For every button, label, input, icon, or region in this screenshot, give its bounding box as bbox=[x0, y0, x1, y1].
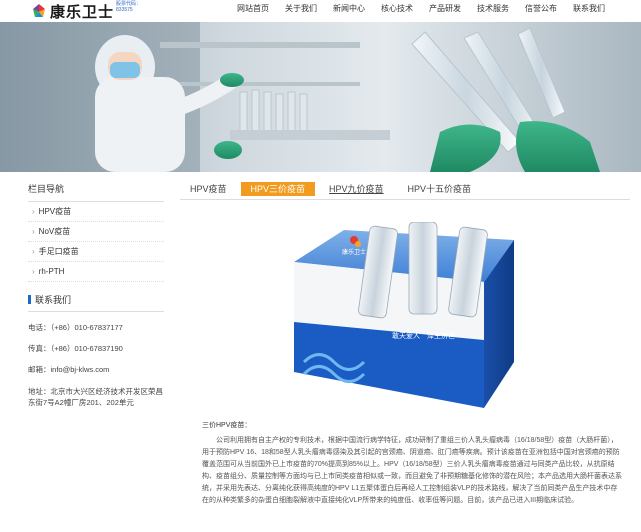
contact-marker bbox=[28, 295, 31, 304]
sidebar-item-rh-pth[interactable]: rh-PTH bbox=[28, 262, 164, 282]
logo-text: 康乐卫士 bbox=[50, 4, 115, 21]
main-nav: 网站首页 关于我们 新闻中心 核心技术 产品研发 技术服务 信誉公布 联系我们 bbox=[237, 4, 613, 14]
contact-fax: 传真：（+86）010-67837190 bbox=[28, 344, 123, 353]
nav-home[interactable]: 网站首页 bbox=[237, 4, 277, 14]
nav-core-tech[interactable]: 核心技术 bbox=[373, 4, 421, 14]
box-brand-text: 康乐卫士 bbox=[342, 248, 366, 256]
nav-about[interactable]: 关于我们 bbox=[277, 4, 325, 14]
stock-code: 股票代码：833575 bbox=[116, 1, 142, 13]
site-logo[interactable]: 康乐卫士 股票代码：833575 bbox=[30, 1, 146, 22]
contact-phone: 电话：（+86）010-67837177 bbox=[28, 323, 123, 332]
product-description: 三价HPV疫苗： 公司利用拥有自主产权的专利技术，根据中国流行病学特征，成功研制… bbox=[202, 420, 622, 507]
nav-news[interactable]: 新闻中心 bbox=[325, 4, 373, 14]
sidebar-item-hpv[interactable]: HPV疫苗 bbox=[28, 202, 164, 222]
tab-hpv-15-valent[interactable]: HPV十五价疫苗 bbox=[398, 182, 482, 196]
contact-title: 联系我们 bbox=[28, 293, 164, 312]
main-content: HPV疫苗 HPV三价疫苗 HPV九价疫苗 HPV十五价疫苗 康乐卫士 敢天爱人… bbox=[180, 182, 630, 504]
nav-products[interactable]: 产品研发 bbox=[421, 4, 469, 14]
product-tabs: HPV疫苗 HPV三价疫苗 HPV九价疫苗 HPV十五价疫苗 bbox=[180, 182, 630, 200]
sidebar-item-hfmd[interactable]: 手足口疫苗 bbox=[28, 242, 164, 262]
tab-hpv[interactable]: HPV疫苗 bbox=[180, 182, 237, 196]
contact-email[interactable]: 邮箱：info@bj-klws.com bbox=[28, 365, 164, 375]
contact-title-label: 联系我们 bbox=[35, 295, 72, 305]
site-header: 康乐卫士 股票代码：833575 网站首页 关于我们 新闻中心 核心技术 产品研… bbox=[0, 0, 641, 22]
nav-services[interactable]: 技术服务 bbox=[469, 4, 517, 14]
sidebar-item-nov[interactable]: NoV疫苗 bbox=[28, 222, 164, 242]
tab-hpv-trivalent[interactable]: HPV三价疫苗 bbox=[240, 182, 316, 196]
logo-icon bbox=[30, 3, 48, 21]
contact-address: 地址：北京市大兴区经济技术开发区荣昌东街7号A2幢厂房201、202单元 bbox=[28, 387, 163, 407]
description-heading: 三价HPV疫苗： bbox=[202, 422, 252, 429]
nav-disclosure[interactable]: 信誉公布 bbox=[517, 4, 565, 14]
box-slogan: 敢天爱人 泽生济世 bbox=[392, 331, 455, 340]
tab-hpv-nonavalent[interactable]: HPV九价疫苗 bbox=[319, 182, 394, 196]
sidebar: 栏目导航 HPV疫苗 NoV疫苗 手足口疫苗 rh-PTH 联系我们 电话：（+… bbox=[28, 182, 164, 408]
description-body: 公司利用拥有自主产权的专利技术，根据中国流行病学特征，成功研制了重组三价人乳头瘤… bbox=[202, 437, 622, 504]
nav-contact[interactable]: 联系我们 bbox=[565, 4, 613, 14]
product-image: 康乐卫士 敢天爱人 泽生济世 bbox=[284, 221, 530, 416]
hero-lab-illustration bbox=[0, 22, 641, 172]
hero-banner bbox=[0, 22, 641, 172]
sidebar-title: 栏目导航 bbox=[28, 182, 164, 202]
